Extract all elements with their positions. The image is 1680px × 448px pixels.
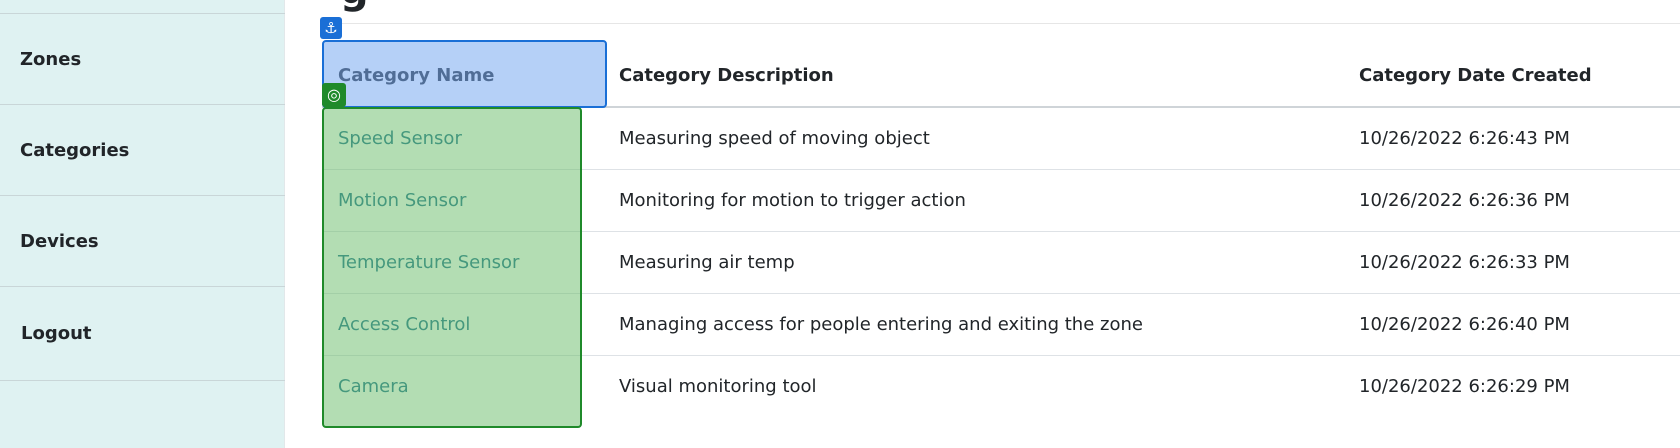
category-description-cell: Monitoring for motion to trigger action	[603, 169, 1343, 232]
categories-table: Category Name Category Description Categ…	[322, 45, 1680, 417]
table-row: Camera Visual monitoring tool 10/26/2022…	[322, 355, 1680, 417]
sidebar-item-zones[interactable]: Zones	[0, 14, 285, 105]
category-date-cell: 10/26/2022 6:26:29 PM	[1359, 375, 1570, 397]
category-name-link[interactable]: Camera	[338, 376, 409, 397]
sidebar-item-categories[interactable]: Categories	[0, 105, 285, 196]
sidebar-item-logout[interactable]: Logout	[0, 287, 285, 381]
category-name-cell: Speed Sensor	[322, 107, 603, 170]
category-name-cell: Motion Sensor	[322, 169, 603, 232]
table-header-row: Category Name Category Description Categ…	[322, 45, 1680, 108]
header-category-description[interactable]: Category Description	[603, 45, 1343, 108]
page-title: g	[340, 0, 369, 10]
sidebar: Zones Categories Devices Logout	[0, 0, 285, 448]
anchor-icon: ⚓	[320, 17, 342, 39]
table-row: Temperature Sensor Measuring air temp 10…	[322, 231, 1680, 294]
table-row: Speed Sensor Measuring speed of moving o…	[322, 107, 1680, 170]
title-divider	[320, 23, 1680, 24]
sidebar-item-label: Logout	[21, 323, 92, 344]
category-date-cell: 10/26/2022 6:26:36 PM	[1343, 169, 1680, 232]
table-row: Motion Sensor Monitoring for motion to t…	[322, 169, 1680, 232]
category-name-link[interactable]: Temperature Sensor	[338, 252, 519, 273]
sidebar-item-label: Zones	[20, 48, 82, 70]
category-date-cell: 10/26/2022 6:26:33 PM	[1343, 231, 1680, 294]
category-name-link[interactable]: Access Control	[338, 314, 470, 335]
category-name-cell: Access Control	[322, 293, 603, 356]
header-category-name[interactable]: Category Name	[322, 45, 603, 108]
sidebar-item-devices[interactable]: Devices	[0, 196, 285, 287]
header-category-date-created[interactable]: Category Date Created	[1343, 45, 1680, 108]
category-name-cell: Camera	[322, 355, 603, 417]
category-name-cell: Temperature Sensor	[322, 231, 603, 294]
category-name-link[interactable]: Speed Sensor	[338, 128, 462, 149]
category-date-cell: 10/26/2022 6:26:43 PM	[1343, 107, 1680, 170]
sidebar-item-label: Devices	[20, 230, 99, 252]
category-name-link[interactable]: Motion Sensor	[338, 190, 466, 211]
category-description-cell: Managing access for people entering and …	[603, 293, 1343, 356]
category-description-cell: Visual monitoring tool	[619, 375, 817, 397]
target-icon: ◎	[322, 83, 346, 107]
table-row: Access Control Managing access for peopl…	[322, 293, 1680, 356]
category-date-cell: 10/26/2022 6:26:40 PM	[1343, 293, 1680, 356]
category-description-cell: Measuring air temp	[603, 231, 1343, 294]
category-description-cell: Measuring speed of moving object	[603, 107, 1343, 170]
sidebar-item-label: Categories	[20, 139, 130, 161]
